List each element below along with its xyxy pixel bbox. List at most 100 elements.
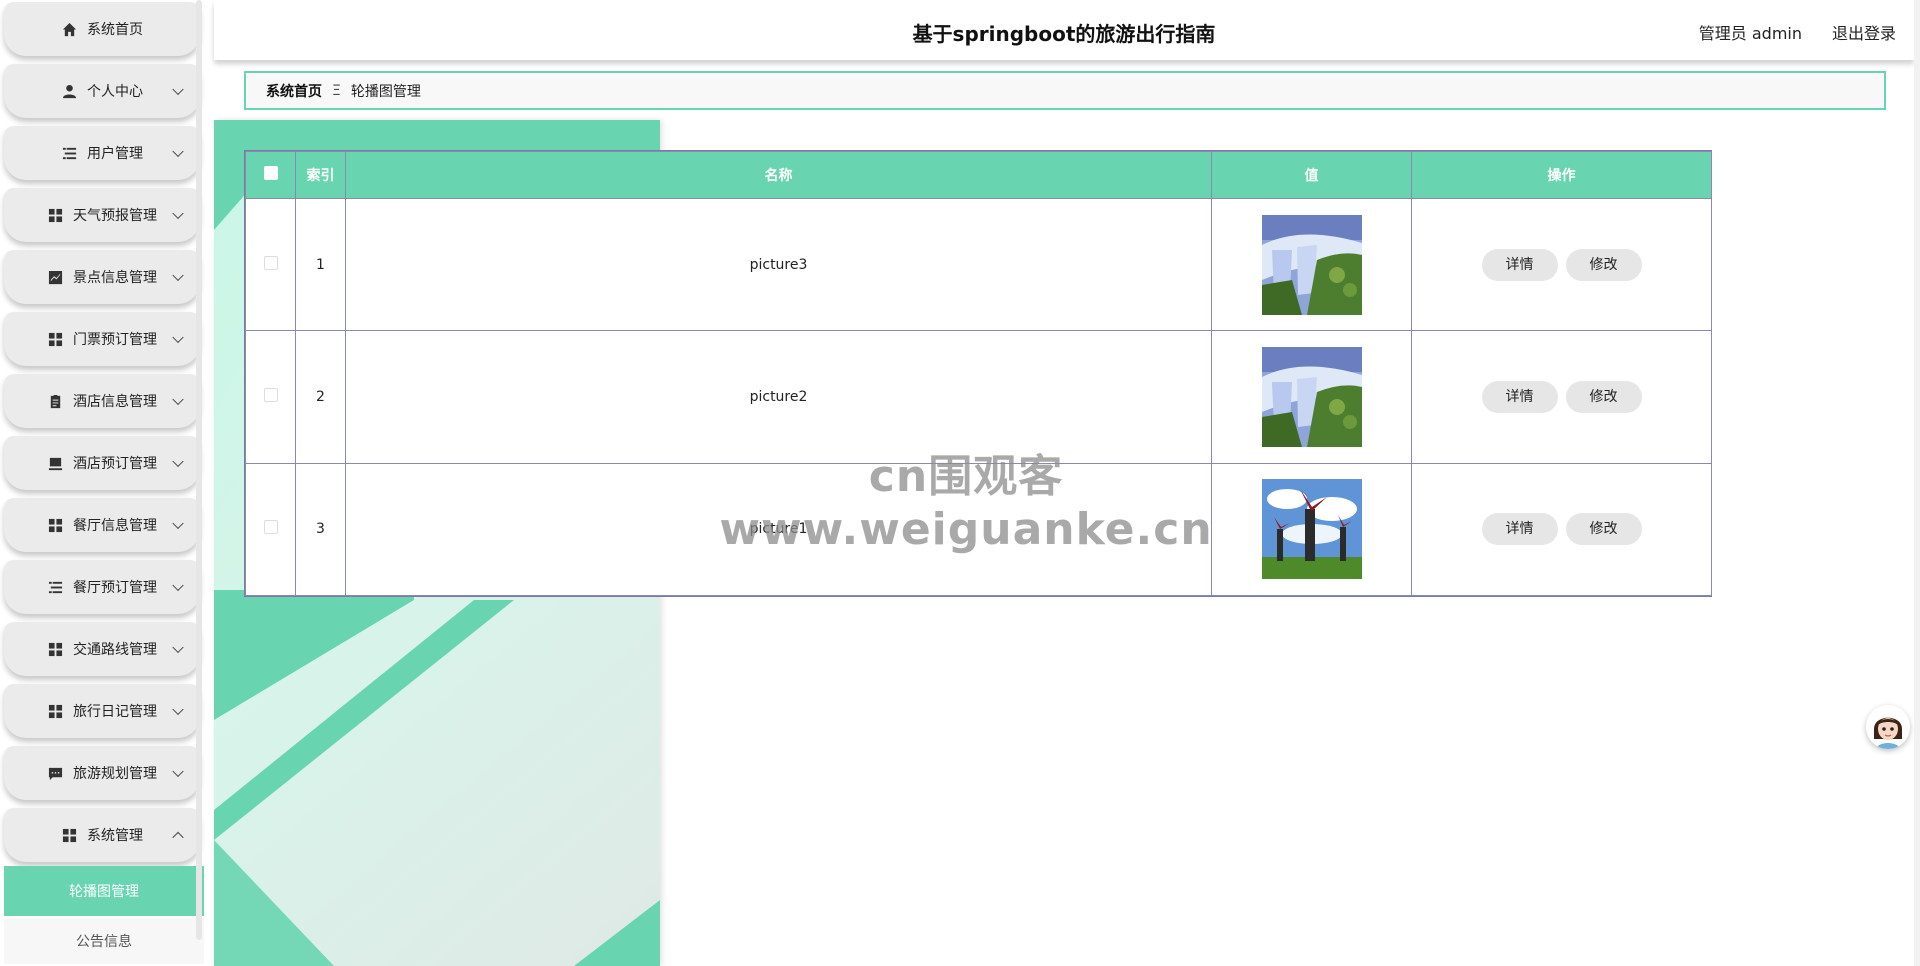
inbox-icon: [47, 455, 63, 471]
assistant-avatar[interactable]: [1866, 705, 1910, 749]
row-checkbox[interactable]: [263, 255, 278, 270]
chevron-down-icon: [172, 269, 184, 282]
breadcrumb-separator: Ξ: [332, 82, 341, 99]
sidebar-item-label: 系统管理: [87, 828, 143, 844]
sidebar: 系统首页个人中心用户管理天气预报管理 景点信息管理 门票预订管理 酒店信息管理 酒店预订…: [0, 0, 206, 966]
select-all-checkbox[interactable]: [263, 166, 278, 180]
chevron-down-icon: [172, 703, 184, 716]
edit-button[interactable]: 修改: [1565, 248, 1642, 281]
grid-icon: [47, 641, 63, 657]
sidebar-item-11[interactable]: 交通路线管理: [4, 622, 200, 676]
message-icon: [47, 765, 63, 781]
page-title: 基于springboot的旅游出行指南: [912, 22, 1216, 46]
select-all-cell[interactable]: [245, 151, 296, 199]
sidebar-item-label: 旅行日记管理: [73, 704, 157, 720]
sidebar-subitem-notice[interactable]: 公告信息: [4, 918, 204, 964]
sidebar-item-label: 天气预报管理: [73, 208, 157, 224]
row-name: picture1: [345, 462, 1212, 597]
grid-icon: [47, 207, 63, 223]
clipboard-icon: [47, 393, 63, 409]
edit-button[interactable]: 修改: [1565, 513, 1642, 546]
sidebar-item-10[interactable]: 餐厅预订管理: [4, 560, 200, 614]
waterfall-image: [1261, 346, 1362, 447]
table-row: 3 picture1 详情 修改: [245, 462, 1712, 597]
sidebar-item-7[interactable]: 酒店信息管理: [4, 374, 200, 428]
sidebar-item-6[interactable]: 门票预订管理: [4, 312, 200, 366]
row-select-cell[interactable]: [245, 197, 296, 332]
windmill-image: [1261, 479, 1362, 580]
current-user: 管理员 admin: [1698, 24, 1802, 43]
chevron-down-icon: [172, 579, 184, 592]
row-value: [1211, 462, 1412, 597]
column-header-value: 值: [1211, 151, 1412, 199]
chevron-down-icon: [172, 765, 184, 778]
table-row: 1 picture3 详情 修改: [245, 197, 1712, 332]
breadcrumb: 系统首页 Ξ 轮播图管理: [244, 71, 1886, 110]
sidebar-item-5[interactable]: 景点信息管理: [4, 250, 200, 304]
sidebar-item-label: 交通路线管理: [73, 642, 157, 658]
sidebar-item-label: 系统首页: [87, 22, 143, 38]
column-header-index: 索引: [295, 151, 346, 199]
sidebar-item-2[interactable]: 个人中心: [4, 64, 200, 118]
row-checkbox[interactable]: [263, 387, 278, 402]
row-checkbox[interactable]: [263, 520, 278, 535]
row-actions: 详情 修改: [1411, 462, 1712, 597]
sidebar-item-label: 门票预订管理: [73, 332, 157, 348]
chevron-up-icon: [172, 831, 184, 844]
column-header-name: 名称: [345, 151, 1212, 199]
sidebar-item-3[interactable]: 用户管理: [4, 126, 200, 180]
row-value: [1211, 330, 1412, 464]
row-name: picture3: [345, 197, 1212, 332]
list-icon: [47, 579, 63, 595]
chevron-down-icon: [172, 145, 184, 158]
detail-button[interactable]: 详情: [1481, 248, 1558, 281]
row-actions: 详情 修改: [1411, 330, 1712, 464]
sidebar-item-12[interactable]: 旅行日记管理: [4, 684, 200, 738]
row-index: 1: [295, 197, 346, 332]
breadcrumb-home[interactable]: 系统首页: [266, 81, 322, 101]
person-icon: [61, 83, 77, 99]
sidebar-item-4[interactable]: 天气预报管理: [4, 188, 200, 242]
logout-link[interactable]: 退出登录: [1832, 20, 1896, 44]
sidebar-subitem-label: 轮播图管理: [69, 884, 139, 900]
sidebar-item-9[interactable]: 餐厅信息管理: [4, 498, 200, 552]
sidebar-item-label: 旅游规划管理: [73, 766, 157, 782]
chevron-down-icon: [172, 331, 184, 344]
home-icon: [61, 21, 77, 37]
sidebar-item-label: 餐厅预订管理: [73, 580, 157, 596]
detail-button[interactable]: 详情: [1481, 513, 1558, 546]
row-select-cell[interactable]: [245, 330, 296, 464]
column-header-actions: 操作: [1411, 151, 1712, 199]
row-index: 3: [295, 462, 346, 597]
sidebar-item-1[interactable]: 系统首页: [4, 2, 200, 56]
chevron-down-icon: [172, 517, 184, 530]
sidebar-item-label: 用户管理: [87, 146, 143, 162]
chevron-down-icon: [172, 641, 184, 654]
sidebar-scrollbar[interactable]: [196, 0, 202, 940]
page-scrollbar[interactable]: [1914, 0, 1920, 966]
top-header: 基于springboot的旅游出行指南 管理员 admin 退出登录: [214, 0, 1914, 60]
chevron-down-icon: [172, 207, 184, 220]
chevron-down-icon: [172, 455, 184, 468]
grid-icon: [47, 517, 63, 533]
detail-button[interactable]: 详情: [1481, 380, 1558, 413]
waterfall-image: [1261, 214, 1362, 315]
sidebar-item-label: 餐厅信息管理: [73, 518, 157, 534]
row-index: 2: [295, 330, 346, 464]
sidebar-item-label: 酒店信息管理: [73, 394, 157, 410]
edit-button[interactable]: 修改: [1565, 380, 1642, 413]
breadcrumb-current: 轮播图管理: [350, 83, 421, 100]
sidebar-subitem-carousel[interactable]: 轮播图管理: [4, 866, 204, 916]
table-header-row: 索引 名称 值 操作: [245, 151, 1712, 199]
row-select-cell[interactable]: [245, 462, 296, 597]
list-icon: [61, 145, 77, 161]
sidebar-item-14[interactable]: 系统管理: [4, 808, 200, 862]
grid-icon: [61, 827, 77, 843]
sidebar-item-8[interactable]: 酒店预订管理: [4, 436, 200, 490]
sidebar-item-13[interactable]: 旅游规划管理: [4, 746, 200, 800]
sidebar-subitem-label: 公告信息: [76, 934, 132, 950]
sidebar-item-label: 酒店预订管理: [73, 456, 157, 472]
table-row: 2 picture2 详情 修改: [245, 330, 1712, 464]
row-value: [1211, 197, 1412, 332]
sidebar-item-label: 景点信息管理: [73, 270, 157, 286]
